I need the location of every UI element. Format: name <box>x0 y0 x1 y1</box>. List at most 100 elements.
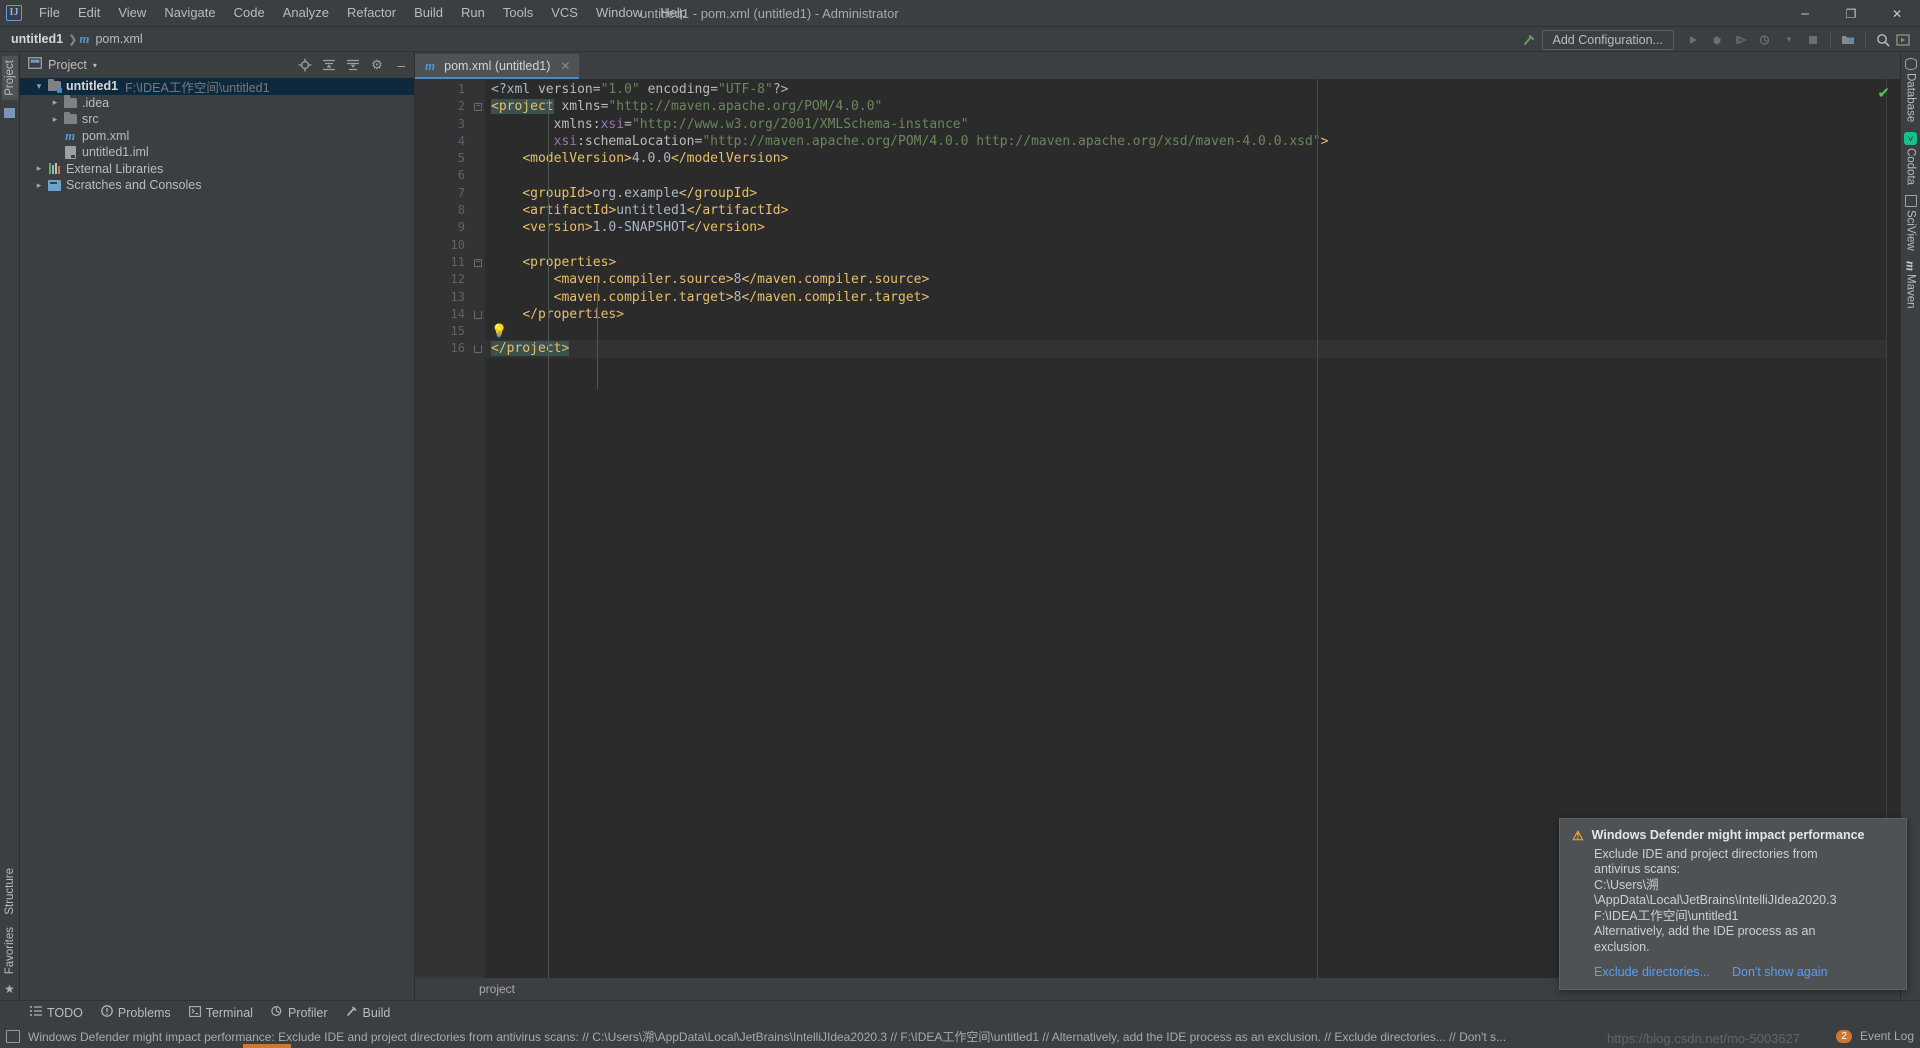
add-configuration-button[interactable]: Add Configuration... <box>1542 30 1675 50</box>
code-line[interactable]: <version>1.0-SNAPSHOT</version> <box>485 219 1886 236</box>
collapse-all-icon[interactable] <box>344 56 362 74</box>
code-line[interactable] <box>485 237 1886 254</box>
hide-icon[interactable]: – <box>392 56 410 74</box>
chevron-down-icon[interactable]: ▼ <box>1778 29 1800 51</box>
fold-spacer <box>471 150 485 167</box>
notification-line: antivirus scans: <box>1594 862 1894 878</box>
structure-tab-label: Structure <box>4 868 16 915</box>
sidebar-item-database[interactable]: Database <box>1905 58 1917 122</box>
line-number: 3 <box>415 116 471 133</box>
status-bar-right: 2 Event Log <box>1836 1029 1914 1043</box>
tree-node-src[interactable]: src <box>20 111 414 128</box>
editor-breadcrumb-project[interactable]: project <box>479 982 515 996</box>
code-line[interactable]: </properties> <box>485 306 1886 323</box>
tool-window-label: TODO <box>47 1006 83 1020</box>
chevron-right-icon[interactable] <box>32 163 46 174</box>
tree-node-label: .idea <box>82 96 109 110</box>
fold-end-icon[interactable] <box>471 306 485 323</box>
tree-node-scratches-and-consoles[interactable]: Scratches and Consoles <box>20 177 414 194</box>
tree-node-untitled1[interactable]: untitled1 F:\IDEA工作空间\untitled1 <box>20 78 414 95</box>
close-button[interactable]: ✕ <box>1874 0 1920 27</box>
sidebar-item-sciview[interactable]: SciView <box>1905 195 1917 251</box>
breadcrumb-item-pomxml[interactable]: pom.xml <box>92 31 145 47</box>
stop-icon[interactable] <box>1802 29 1824 51</box>
menu-item-vcs[interactable]: VCS <box>542 2 587 24</box>
project-tree[interactable]: untitled1 F:\IDEA工作空间\untitled1 .idea sr… <box>20 78 414 1000</box>
fold-collapse-icon[interactable]: − <box>471 254 485 271</box>
fold-end-icon[interactable] <box>471 340 485 357</box>
line-number-gutter[interactable]: 12345678910111213141516 <box>415 79 471 978</box>
code-line[interactable]: <groupId>org.example</groupId> <box>485 185 1886 202</box>
build-hammer-icon[interactable] <box>1518 29 1540 51</box>
debug-icon[interactable] <box>1706 29 1728 51</box>
tree-node-iml[interactable]: untitled1.iml <box>20 144 414 161</box>
breadcrumb-item-project[interactable]: untitled1 <box>8 31 66 47</box>
chevron-right-icon[interactable] <box>48 97 62 108</box>
code-line[interactable]: </project> <box>485 340 1886 357</box>
sidebar-item-structure[interactable]: Structure <box>2 864 18 919</box>
tree-node-idea[interactable]: .idea <box>20 95 414 112</box>
sidebar-item-project[interactable]: Project <box>2 56 18 100</box>
expand-collapse-icon[interactable] <box>320 56 338 74</box>
menu-item-code[interactable]: Code <box>225 2 274 24</box>
status-message[interactable]: Windows Defender might impact performanc… <box>28 1028 1506 1045</box>
profile-icon[interactable] <box>1754 29 1776 51</box>
notification-icon[interactable] <box>6 1030 20 1043</box>
codota-icon: > <box>1904 132 1917 145</box>
chevron-down-icon[interactable]: ▾ <box>93 61 97 70</box>
code-line[interactable]: <modelVersion>4.0.0</modelVersion> <box>485 150 1886 167</box>
menu-item-navigate[interactable]: Navigate <box>155 2 224 24</box>
tree-node-pomxml[interactable]: m pom.xml <box>20 128 414 145</box>
run-anything-icon[interactable] <box>1892 29 1914 51</box>
sidebar-item-maven[interactable]: m Maven <box>1903 261 1919 309</box>
dont-show-again-link[interactable]: Don't show again <box>1732 965 1828 979</box>
code-line[interactable]: <project xmlns="http://maven.apache.org/… <box>485 98 1886 115</box>
tool-window-build[interactable]: Build <box>338 1003 399 1022</box>
close-icon[interactable]: ✕ <box>560 59 570 73</box>
code-folding-gutter[interactable]: −− <box>471 79 485 978</box>
sidebar-item-codota[interactable]: > Codota <box>1904 132 1917 185</box>
code-line[interactable]: xsi:schemaLocation="http://maven.apache.… <box>485 133 1886 150</box>
run-with-coverage-icon[interactable] <box>1730 29 1752 51</box>
editor-tab-pomxml[interactable]: m pom.xml (untitled1) ✕ <box>415 54 579 79</box>
tool-window-profiler[interactable]: Profiler <box>263 1003 336 1022</box>
menu-item-view[interactable]: View <box>109 2 155 24</box>
menu-item-edit[interactable]: Edit <box>69 2 109 24</box>
code-line[interactable] <box>485 167 1886 184</box>
chevron-down-icon[interactable] <box>32 81 46 92</box>
menu-item-analyze[interactable]: Analyze <box>274 2 338 24</box>
code-line[interactable]: <artifactId>untitled1</artifactId> <box>485 202 1886 219</box>
menu-item-run[interactable]: Run <box>452 2 494 24</box>
fold-collapse-icon[interactable]: − <box>471 98 485 115</box>
sidebar-item-favorites[interactable]: Favorites <box>2 923 18 978</box>
bookmarks-icon[interactable] <box>4 108 15 118</box>
exclude-directories-link[interactable]: Exclude directories... <box>1594 965 1710 979</box>
menu-item-tools[interactable]: Tools <box>494 2 542 24</box>
search-everywhere-icon[interactable] <box>1872 29 1894 51</box>
tool-window-todo[interactable]: TODO <box>22 1004 91 1022</box>
code-line[interactable]: 💡 <box>485 323 1886 340</box>
chevron-right-icon[interactable] <box>32 180 46 191</box>
notification-balloon[interactable]: ⚠ Windows Defender might impact performa… <box>1559 818 1907 991</box>
tool-window-problems[interactable]: Problems <box>93 1003 179 1022</box>
menu-item-build[interactable]: Build <box>405 2 452 24</box>
locate-icon[interactable] <box>296 56 314 74</box>
code-line[interactable]: <maven.compiler.target>8</maven.compiler… <box>485 289 1886 306</box>
inspection-status-icon[interactable]: ✔ <box>1877 84 1890 102</box>
event-log-button[interactable]: Event Log <box>1860 1029 1914 1043</box>
menu-item-refactor[interactable]: Refactor <box>338 2 405 24</box>
code-line[interactable]: xmlns:xsi="http://www.w3.org/2001/XMLSch… <box>485 116 1886 133</box>
chevron-right-icon[interactable] <box>48 114 62 125</box>
minimize-button[interactable]: ─ <box>1782 0 1828 27</box>
maximize-button[interactable]: ❐ <box>1828 0 1874 27</box>
menu-item-file[interactable]: File <box>30 2 69 24</box>
tree-node-external-libraries[interactable]: External Libraries <box>20 161 414 178</box>
tool-window-terminal[interactable]: Terminal <box>181 1004 261 1022</box>
run-icon[interactable] <box>1682 29 1704 51</box>
code-line[interactable]: <maven.compiler.source>8</maven.compiler… <box>485 271 1886 288</box>
code-line[interactable]: <?xml version="1.0" encoding="UTF-8"?> <box>485 81 1886 98</box>
left-strip-bottom: Structure Favorites ★ <box>2 864 18 996</box>
project-structure-icon[interactable] <box>1837 29 1859 51</box>
settings-gear-icon[interactable]: ⚙ <box>368 56 386 74</box>
code-line[interactable]: <properties> <box>485 254 1886 271</box>
